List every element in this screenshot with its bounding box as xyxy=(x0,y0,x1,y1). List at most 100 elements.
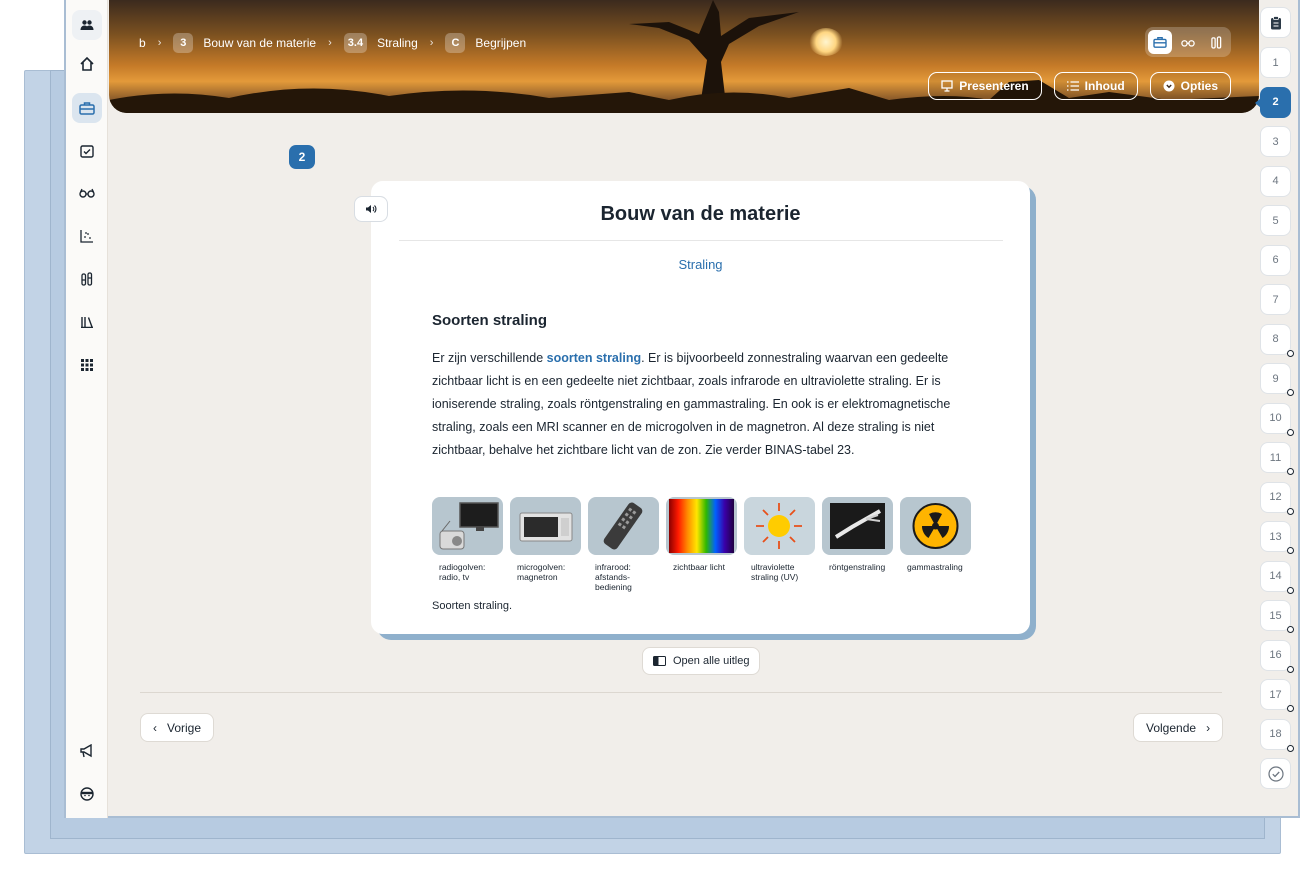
figure-item: gammastraling xyxy=(900,497,971,592)
body-paragraph: Er zijn verschillende soorten straling. … xyxy=(432,347,977,462)
progress-dot-icon xyxy=(1287,468,1294,475)
breadcrumb-section-number: 3.4 xyxy=(343,33,368,53)
card-divider xyxy=(399,240,1003,241)
page-navigator: 1 2 3 4 5 6 7 8 9 10 11 12 13 14 15 16 17 18 xyxy=(1255,0,1305,818)
view-toggle xyxy=(1145,27,1231,57)
figure-caption: microgolven: magnetron xyxy=(517,562,566,582)
figure-caption: röntgenstraling xyxy=(829,562,886,572)
page-number-label: 16 xyxy=(1269,649,1282,661)
page-button-10[interactable]: 10 xyxy=(1260,402,1294,436)
breadcrumb-chevron-icon: › xyxy=(429,37,434,49)
page-button-8[interactable]: 8 xyxy=(1260,323,1294,357)
check-complete-icon[interactable] xyxy=(1260,758,1291,789)
page-number-label: 6 xyxy=(1272,254,1279,266)
para-text-post: . Er is bijvoorbeeld zonnestraling waarv… xyxy=(432,351,951,457)
keyword-link[interactable]: soorten straling xyxy=(547,351,641,365)
briefcase-view-icon[interactable] xyxy=(1148,30,1172,54)
section-heading: Soorten straling xyxy=(432,312,548,329)
breadcrumb-section[interactable]: Straling xyxy=(377,36,418,50)
banner-actions: Presenteren Inhoud Opties xyxy=(928,72,1231,100)
list-icon xyxy=(1066,81,1079,91)
breadcrumb-root[interactable]: b xyxy=(139,36,146,50)
page-button-9[interactable]: 9 xyxy=(1260,363,1294,396)
banner-sun xyxy=(809,28,843,56)
figure-item: infrarood: afstands-bediening xyxy=(588,497,659,592)
app-window: b › 3 Bouw van de materie › 3.4 Straling… xyxy=(64,0,1300,818)
breadcrumb-chevron-icon: › xyxy=(157,37,162,49)
page-button-6[interactable]: 6 xyxy=(1260,244,1291,276)
page-button-12[interactable]: 12 xyxy=(1260,481,1294,515)
previous-label: Vorige xyxy=(167,720,202,735)
open-all-explanations-button[interactable]: Open alle uitleg xyxy=(642,647,761,675)
radiation-figures: radiogolven: radio, tv microgolven: magn… xyxy=(432,497,971,592)
figure-caption: radiogolven: radio, tv xyxy=(439,562,486,582)
chart-icon[interactable] xyxy=(72,221,102,251)
progress-dot-icon xyxy=(1287,705,1294,712)
progress-dot-icon xyxy=(1287,547,1294,554)
page-number-label: 17 xyxy=(1269,688,1282,701)
book-icon xyxy=(653,656,666,666)
breadcrumb-chapter[interactable]: Bouw van de materie xyxy=(203,36,316,50)
page-number-label: 15 xyxy=(1269,609,1282,622)
page-number-label: 12 xyxy=(1269,491,1282,503)
page-button-3[interactable]: 3 xyxy=(1260,126,1291,157)
apps-grid-icon[interactable] xyxy=(72,350,102,380)
card-subtitle: Straling xyxy=(678,257,723,272)
para-text-pre: Er zijn verschillende xyxy=(432,351,547,365)
opties-button[interactable]: Opties xyxy=(1149,72,1231,100)
page-number-label: 9 xyxy=(1272,372,1279,385)
next-button[interactable]: Volgende › xyxy=(1133,713,1224,742)
previous-button[interactable]: ‹ Vorige xyxy=(140,713,215,742)
figure-item: ultraviolette straling (UV) xyxy=(744,497,815,592)
page-number-label: 11 xyxy=(1269,451,1282,464)
home-icon[interactable] xyxy=(72,49,102,79)
progress-dot-icon xyxy=(1287,428,1294,436)
page-button-5[interactable]: 5 xyxy=(1260,205,1291,236)
page-button-11[interactable]: 11 xyxy=(1260,442,1294,475)
page-number-label: 2 xyxy=(1272,96,1279,108)
glasses-view-icon[interactable] xyxy=(1176,30,1200,54)
figures-caption: Soorten straling. xyxy=(432,600,513,612)
figure-caption: infrarood: afstands-bediening xyxy=(595,562,632,592)
library-icon[interactable] xyxy=(72,307,102,337)
open-all-label: Open alle uitleg xyxy=(673,655,750,667)
progress-dot-icon xyxy=(1287,744,1294,752)
task-calendar-icon[interactable] xyxy=(72,136,102,166)
test-tubes-view-icon[interactable] xyxy=(1204,30,1228,54)
breadcrumb-part[interactable]: Begrijpen xyxy=(475,36,526,50)
radiation-symbol-image xyxy=(900,497,971,555)
page-button-14[interactable]: 14 xyxy=(1260,560,1294,594)
page-number-label: 13 xyxy=(1269,530,1282,543)
presenteren-button[interactable]: Presenteren xyxy=(928,72,1042,100)
group-icon[interactable] xyxy=(72,10,102,40)
read-aloud-button[interactable] xyxy=(354,196,388,222)
page-button-15[interactable]: 15 xyxy=(1260,600,1294,633)
breadcrumb-part-number: C xyxy=(445,33,466,53)
glasses-icon[interactable] xyxy=(72,178,102,208)
page-number-label: 8 xyxy=(1272,333,1279,345)
page-button-2[interactable]: 2 xyxy=(1255,86,1291,118)
page-number-label: 1 xyxy=(1272,56,1279,69)
opties-label: Opties xyxy=(1180,79,1218,93)
page-number-label: 14 xyxy=(1269,570,1282,582)
page-button-7[interactable]: 7 xyxy=(1260,284,1291,315)
page-number-label: 3 xyxy=(1272,135,1279,148)
inhoud-button[interactable]: Inhoud xyxy=(1053,72,1138,100)
page-button-18[interactable]: 18 xyxy=(1260,718,1294,752)
clipboard-icon[interactable] xyxy=(1260,7,1291,38)
card-title: Bouw van de materie xyxy=(600,203,801,225)
megaphone-icon[interactable] xyxy=(72,736,102,766)
test-tubes-icon[interactable] xyxy=(72,264,102,294)
progress-dot-icon xyxy=(1287,665,1294,673)
speaker-icon xyxy=(366,205,377,213)
page-button-1[interactable]: 1 xyxy=(1260,47,1291,78)
page-button-17[interactable]: 17 xyxy=(1260,679,1294,712)
figure-caption: zichtbaar licht xyxy=(673,562,725,572)
page-button-4[interactable]: 4 xyxy=(1260,165,1291,197)
chevron-right-icon: › xyxy=(1206,720,1211,735)
page-button-16[interactable]: 16 xyxy=(1260,639,1294,673)
page-number-label: 18 xyxy=(1269,728,1282,740)
page-button-13[interactable]: 13 xyxy=(1260,521,1294,554)
user-avatar-icon[interactable] xyxy=(72,779,102,809)
briefcase-icon[interactable] xyxy=(72,93,102,123)
